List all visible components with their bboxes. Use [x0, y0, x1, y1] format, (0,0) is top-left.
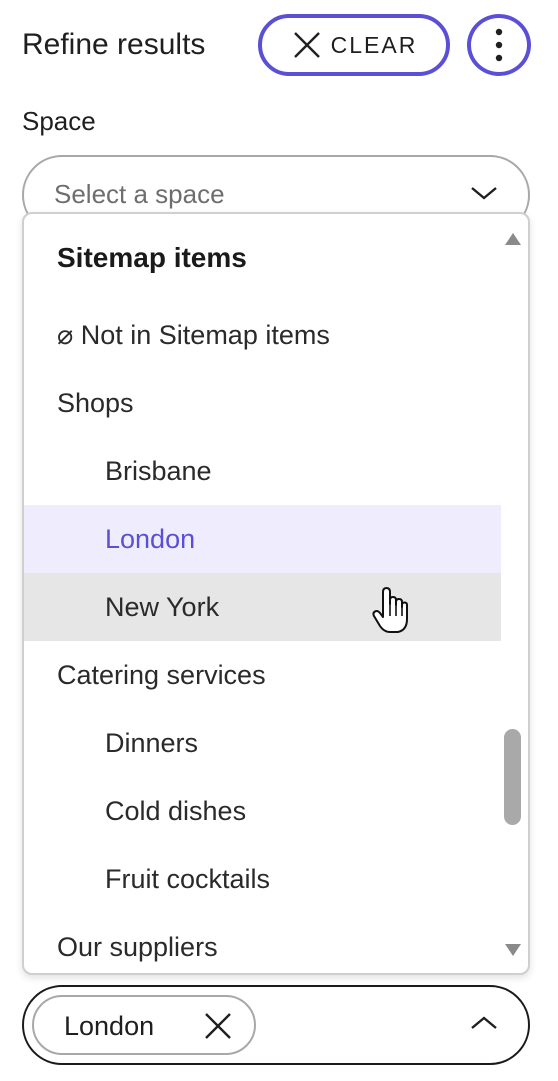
- dropdown-list: Sitemap items ⌀ Not in Sitemap items Sho…: [24, 214, 501, 973]
- scroll-up-arrow-icon[interactable]: [504, 232, 522, 246]
- dropdown-option-brisbane[interactable]: Brisbane: [24, 437, 501, 505]
- dropdown-option-not-in-sitemap[interactable]: ⌀ Not in Sitemap items: [24, 301, 501, 369]
- dropdown-option-our-suppliers[interactable]: Our suppliers: [24, 913, 501, 973]
- page-title: Refine results: [22, 28, 206, 61]
- dropdown-option-catering-services[interactable]: Catering services: [24, 641, 501, 709]
- close-icon: [293, 32, 320, 58]
- dropdown-option-cold-dishes[interactable]: Cold dishes: [24, 777, 501, 845]
- space-filter-label: Space: [22, 106, 96, 136]
- selected-space-chip-label: London: [64, 1011, 155, 1041]
- dropdown-option-london[interactable]: London: [24, 505, 501, 573]
- dropdown-option-fruit-cocktails[interactable]: Fruit cocktails: [24, 845, 501, 913]
- close-icon[interactable]: [202, 1010, 234, 1042]
- dropdown-option-new-york[interactable]: New York: [24, 573, 501, 641]
- dropdown-scrollbar[interactable]: [499, 214, 528, 973]
- scrollbar-thumb[interactable]: [504, 729, 521, 825]
- selected-spaces-field[interactable]: London: [22, 985, 530, 1065]
- selected-space-chip: London: [32, 995, 256, 1055]
- more-options-button[interactable]: [467, 14, 531, 76]
- chevron-down-icon: [471, 187, 497, 200]
- clear-button[interactable]: CLEAR: [258, 14, 450, 76]
- dropdown-option-shops[interactable]: Shops: [24, 369, 501, 437]
- scroll-down-arrow-icon[interactable]: [504, 943, 522, 957]
- chevron-up-icon[interactable]: [470, 1015, 498, 1031]
- dropdown-option-dinners[interactable]: Dinners: [24, 709, 501, 777]
- space-dropdown-menu: Sitemap items ⌀ Not in Sitemap items Sho…: [22, 212, 530, 975]
- dropdown-group-heading: Sitemap items: [57, 242, 247, 273]
- clear-button-label: CLEAR: [330, 31, 418, 58]
- more-vertical-icon: [495, 28, 503, 62]
- space-select-placeholder: Select a space: [54, 179, 225, 209]
